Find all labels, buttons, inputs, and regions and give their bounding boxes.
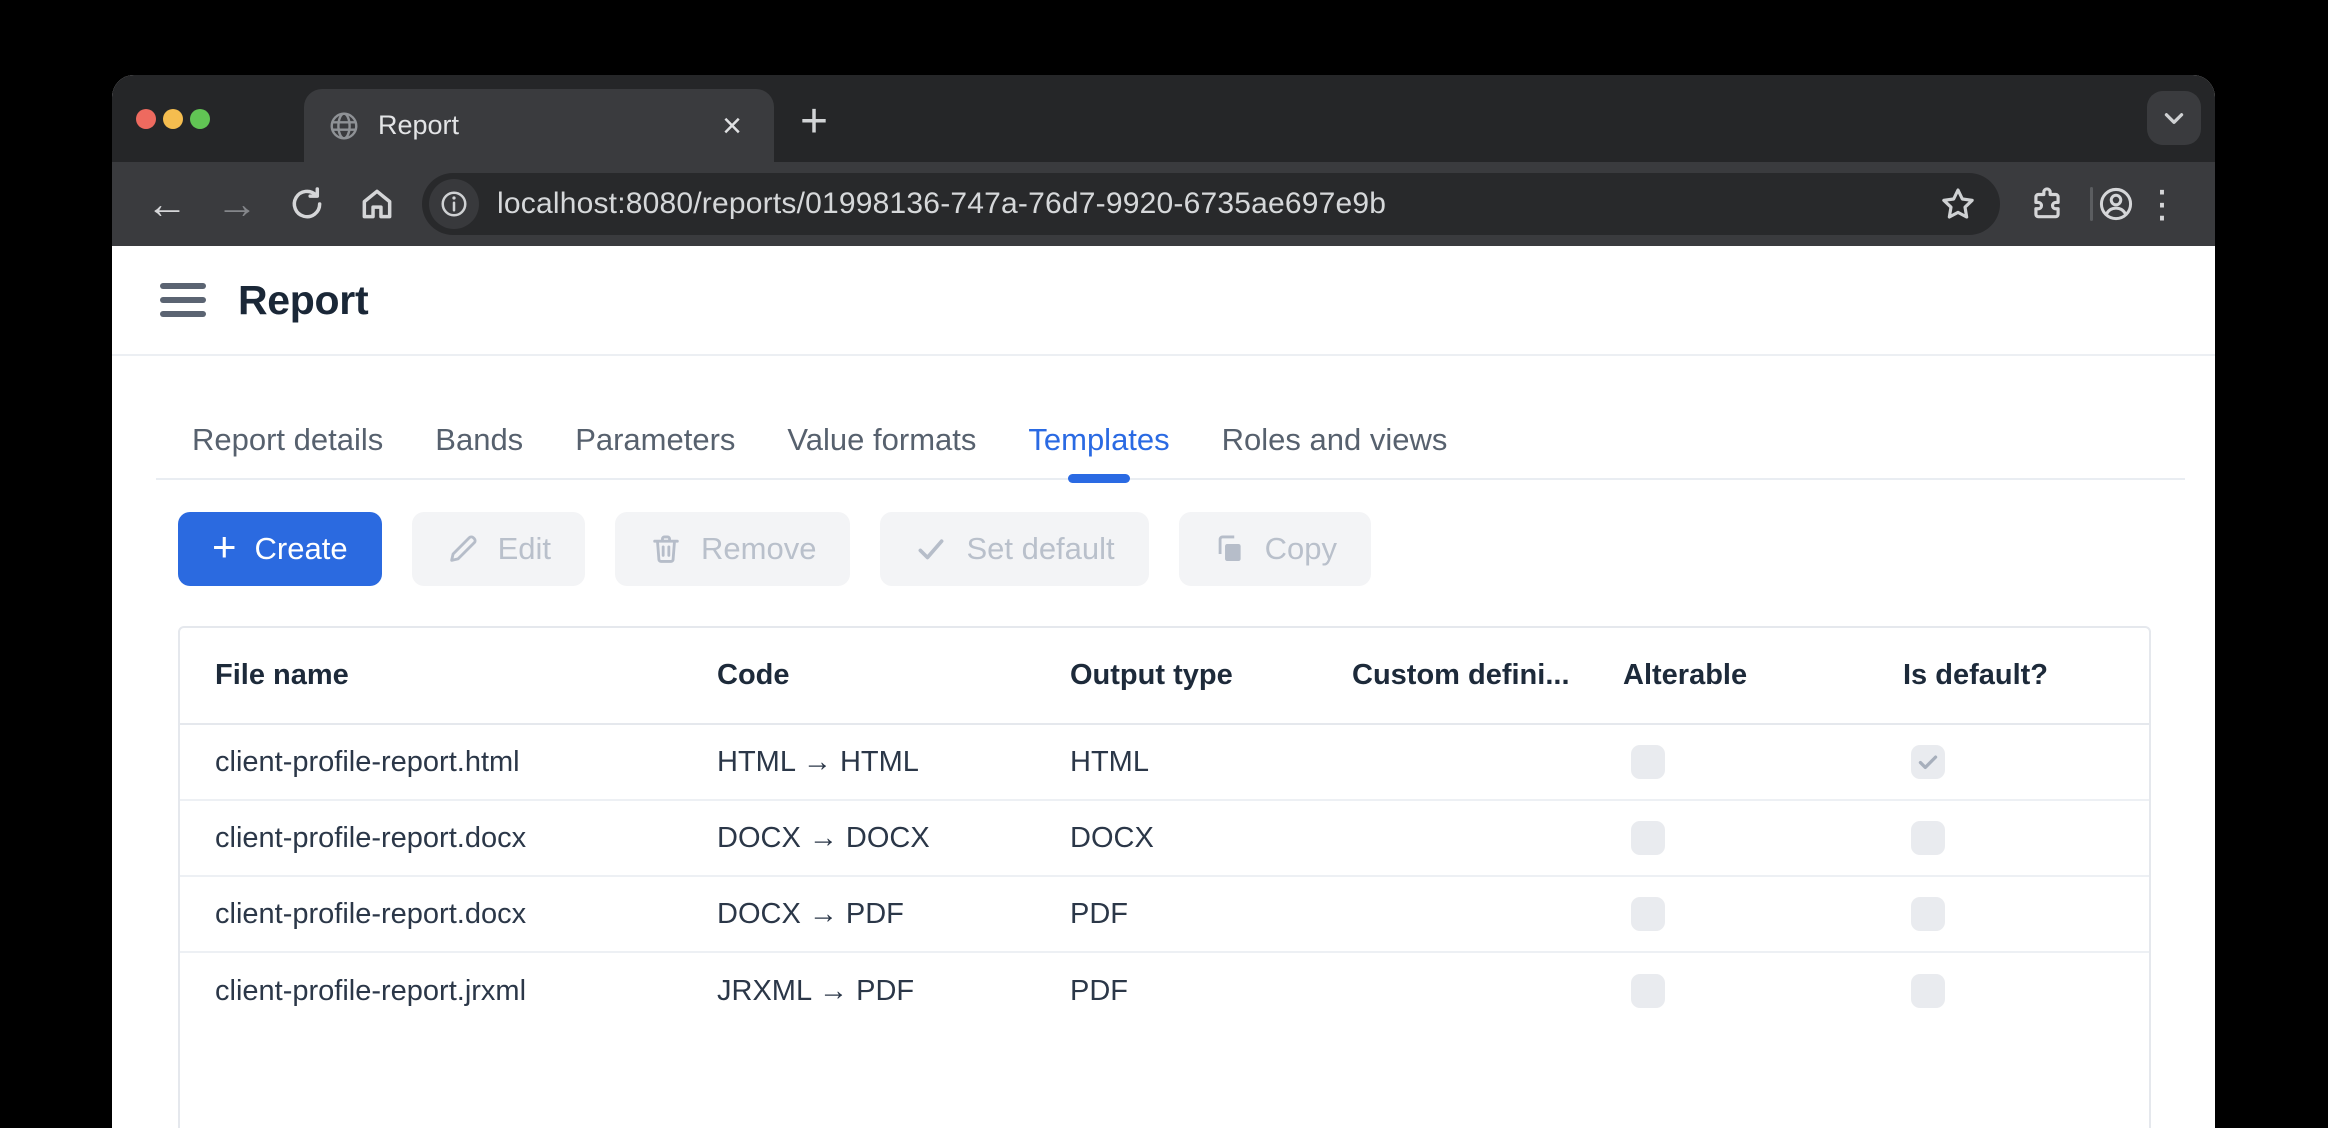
remove-button[interactable]: Remove	[615, 512, 850, 586]
cell-file-name: client-profile-report.html	[180, 725, 682, 799]
window-controls	[136, 109, 210, 129]
trash-icon	[649, 532, 683, 566]
create-button[interactable]: + Create	[178, 512, 382, 586]
cell-custom-definition	[1317, 801, 1588, 875]
minimize-window-button[interactable]	[163, 109, 183, 129]
table-actions: + Create Edit Remove	[178, 512, 2215, 586]
cell-code: JRXML → PDF	[682, 953, 1035, 1029]
url-text[interactable]: localhost:8080/reports/01998136-747a-76d…	[497, 187, 1938, 221]
cell-output-type: PDF	[1035, 953, 1317, 1029]
column-header-custom-definition[interactable]: Custom defini...	[1317, 628, 1588, 723]
copy-button[interactable]: Copy	[1179, 512, 1371, 586]
menu-kebab-icon[interactable]: ⋮	[2139, 181, 2185, 227]
table-header-row: File name Code Output type Custom defini…	[180, 628, 2149, 725]
toolbar-right-icons: ⋮	[2024, 181, 2185, 227]
tab-value-formats[interactable]: Value formats	[785, 356, 978, 478]
close-tab-icon[interactable]: ×	[712, 109, 752, 143]
check-icon	[914, 532, 948, 566]
cell-output-type: HTML	[1035, 725, 1317, 799]
alterable-checkbox[interactable]	[1631, 974, 1665, 1008]
is-default-checkbox[interactable]	[1911, 745, 1945, 779]
copy-button-label: Copy	[1265, 531, 1337, 567]
column-header-output-type[interactable]: Output type	[1035, 628, 1317, 723]
cell-output-type: DOCX	[1035, 801, 1317, 875]
set-default-button-label: Set default	[966, 531, 1114, 567]
table-row[interactable]: client-profile-report.docx DOCX → DOCX D…	[180, 801, 2149, 877]
chevron-down-icon	[2161, 105, 2187, 131]
zoom-window-button[interactable]	[190, 109, 210, 129]
tab-bar: Report details Bands Parameters Value fo…	[156, 356, 2185, 480]
globe-favicon-icon	[328, 110, 360, 142]
cell-custom-definition	[1317, 953, 1588, 1029]
tab-list-chevron-button[interactable]	[2147, 91, 2201, 145]
browser-toolbar: ← → localhost:8080/reports/01998136-747a…	[112, 162, 2215, 246]
is-default-checkbox[interactable]	[1911, 897, 1945, 931]
cell-file-name: client-profile-report.docx	[180, 877, 682, 951]
table-row[interactable]: client-profile-report.jrxml JRXML → PDF …	[180, 953, 2149, 1029]
browser-tab-strip: Report × +	[112, 75, 2215, 162]
home-button[interactable]	[354, 181, 400, 227]
tab-title: Report	[378, 110, 712, 141]
tab-roles-and-views[interactable]: Roles and views	[1220, 356, 1450, 478]
remove-button-label: Remove	[701, 531, 816, 567]
column-header-file-name[interactable]: File name	[180, 628, 682, 723]
is-default-checkbox[interactable]	[1911, 974, 1945, 1008]
tab-templates[interactable]: Templates	[1026, 356, 1171, 478]
browser-window: Report × + ← →	[112, 75, 2215, 1128]
pencil-icon	[446, 532, 480, 566]
tab-parameters[interactable]: Parameters	[573, 356, 737, 478]
browser-tab[interactable]: Report ×	[304, 89, 774, 162]
cell-custom-definition	[1317, 877, 1588, 951]
cell-file-name: client-profile-report.docx	[180, 801, 682, 875]
forward-button[interactable]: →	[214, 181, 260, 227]
bookmark-star-icon[interactable]	[1938, 184, 1978, 224]
is-default-checkbox[interactable]	[1911, 821, 1945, 855]
tab-report-details[interactable]: Report details	[190, 356, 385, 478]
tab-bands[interactable]: Bands	[433, 356, 525, 478]
templates-table: File name Code Output type Custom defini…	[178, 626, 2151, 1128]
alterable-checkbox[interactable]	[1631, 821, 1665, 855]
address-bar[interactable]: localhost:8080/reports/01998136-747a-76d…	[422, 173, 2000, 235]
edit-button[interactable]: Edit	[412, 512, 585, 586]
site-info-icon[interactable]	[429, 179, 479, 229]
column-header-code[interactable]: Code	[682, 628, 1035, 723]
alterable-checkbox[interactable]	[1631, 897, 1665, 931]
reload-button[interactable]	[284, 181, 330, 227]
cell-output-type: PDF	[1035, 877, 1317, 951]
profile-icon[interactable]	[2093, 181, 2139, 227]
menu-hamburger-button[interactable]	[160, 283, 206, 317]
edit-button-label: Edit	[498, 531, 551, 567]
new-tab-button[interactable]: +	[784, 92, 844, 152]
page-title: Report	[238, 277, 368, 324]
plus-icon: +	[212, 526, 237, 568]
back-button[interactable]: ←	[144, 181, 190, 227]
column-header-is-default[interactable]: Is default?	[1868, 628, 2149, 723]
table-row[interactable]: client-profile-report.html HTML → HTML H…	[180, 725, 2149, 801]
column-header-alterable[interactable]: Alterable	[1588, 628, 1868, 723]
cell-code: DOCX → DOCX	[682, 801, 1035, 875]
extensions-icon[interactable]	[2024, 181, 2070, 227]
report-page: Report Report details Bands Parameters V…	[112, 246, 2215, 1128]
table-row[interactable]: client-profile-report.docx DOCX → PDF PD…	[180, 877, 2149, 953]
cell-file-name: client-profile-report.jrxml	[180, 953, 682, 1029]
alterable-checkbox[interactable]	[1631, 745, 1665, 779]
close-window-button[interactable]	[136, 109, 156, 129]
cell-code: DOCX → PDF	[682, 877, 1035, 951]
cell-code: HTML → HTML	[682, 725, 1035, 799]
app-header: Report	[112, 246, 2215, 356]
cell-custom-definition	[1317, 725, 1588, 799]
create-button-label: Create	[255, 531, 348, 567]
copy-icon	[1213, 532, 1247, 566]
set-default-button[interactable]: Set default	[880, 512, 1148, 586]
